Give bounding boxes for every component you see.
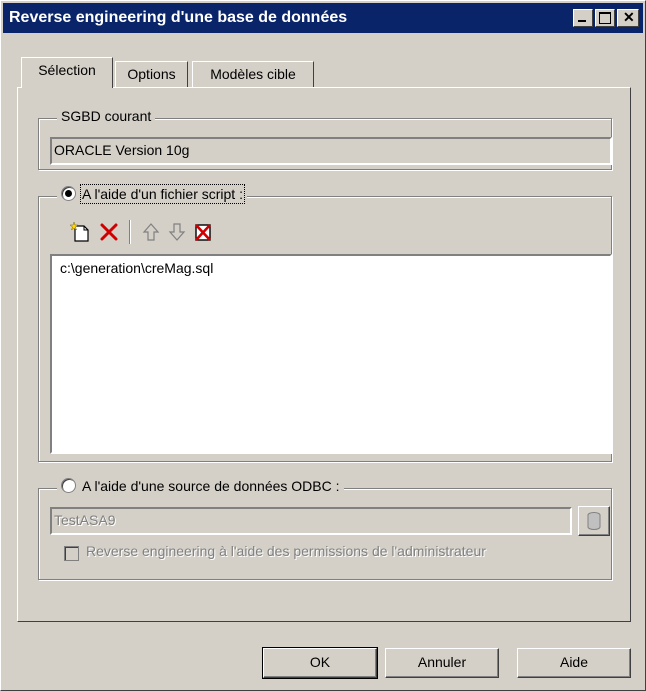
database-icon	[587, 512, 601, 530]
ok-button[interactable]: OK	[262, 647, 378, 679]
tab-selection-label: Sélection	[38, 62, 96, 78]
dialog-window: Reverse engineering d'une base de donnée…	[0, 0, 646, 691]
cancel-button[interactable]: Annuler	[385, 648, 499, 678]
script-radio[interactable]	[61, 186, 76, 201]
tab-options-label: Options	[127, 66, 176, 82]
sgbd-field: ORACLE Version 10g	[50, 137, 612, 165]
odbc-radio-row[interactable]: A l'aide d'une source de données ODBC :	[57, 478, 344, 494]
close-button[interactable]: ✕	[617, 9, 639, 27]
new-file-icon[interactable]	[70, 221, 92, 243]
minimize-icon	[578, 20, 586, 22]
odbc-radio-label: A l'aide d'une source de données ODBC :	[82, 478, 340, 494]
radio-dot-icon	[65, 190, 72, 197]
title-bar[interactable]: Reverse engineering d'une base de donnée…	[3, 3, 643, 33]
script-radio-row[interactable]: A l'aide d'un fichier script :	[57, 184, 247, 204]
sgbd-group-label: SGBD courant	[57, 108, 156, 124]
toolbar-separator	[129, 220, 130, 244]
maximize-button[interactable]	[595, 9, 615, 27]
script-file-list[interactable]: c:\generation\creMag.sql	[50, 254, 612, 454]
close-icon: ✕	[623, 9, 635, 25]
odbc-connect-button[interactable]	[578, 506, 610, 536]
delete-icon[interactable]	[98, 221, 120, 243]
tab-panel-selection: SGBD courant ORACLE Version 10g A l'aide…	[17, 87, 631, 622]
help-button[interactable]: Aide	[517, 648, 631, 678]
tab-target-models-label: Modèles cible	[210, 66, 296, 82]
clear-all-icon[interactable]	[192, 221, 214, 243]
admin-permissions-label: Reverse engineering à l'aide des permiss…	[86, 543, 486, 559]
maximize-icon	[599, 12, 611, 24]
tab-selection[interactable]: Sélection	[21, 57, 113, 88]
tab-target-models[interactable]: Modèles cible	[192, 61, 314, 87]
move-up-icon[interactable]	[140, 221, 162, 243]
move-down-icon[interactable]	[166, 221, 188, 243]
odbc-data-source-field[interactable]: TestASA9	[50, 507, 572, 535]
minimize-button[interactable]	[573, 9, 593, 27]
script-radio-label: A l'aide d'un fichier script :	[80, 184, 245, 204]
odbc-radio[interactable]	[61, 478, 76, 493]
admin-permissions-checkbox[interactable]	[64, 546, 79, 561]
list-item[interactable]: c:\generation\creMag.sql	[60, 260, 602, 276]
tab-options[interactable]: Options	[115, 61, 188, 87]
window-title: Reverse engineering d'une base de donnée…	[9, 9, 348, 26]
